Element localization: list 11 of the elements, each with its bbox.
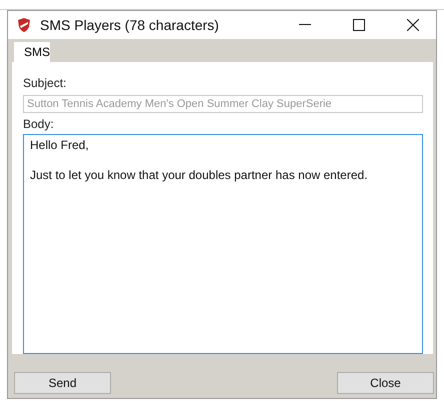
close-icon: [407, 19, 419, 31]
dialog-button[interactable]: Send: [14, 372, 111, 394]
window-title: SMS Players (78 characters): [40, 17, 220, 33]
maximize-icon: [353, 19, 365, 31]
body-field[interactable]: Hello Fred, Just to let you know that your doubles partner has now entered.: [23, 134, 423, 354]
body-label: Body:: [23, 117, 54, 131]
shield-icon: [16, 17, 32, 33]
minimize-icon: [299, 24, 311, 26]
subject-label: Subject:: [23, 76, 66, 90]
dialog-button[interactable]: Close: [337, 372, 434, 394]
tab[interactable]: SMS: [14, 42, 50, 62]
